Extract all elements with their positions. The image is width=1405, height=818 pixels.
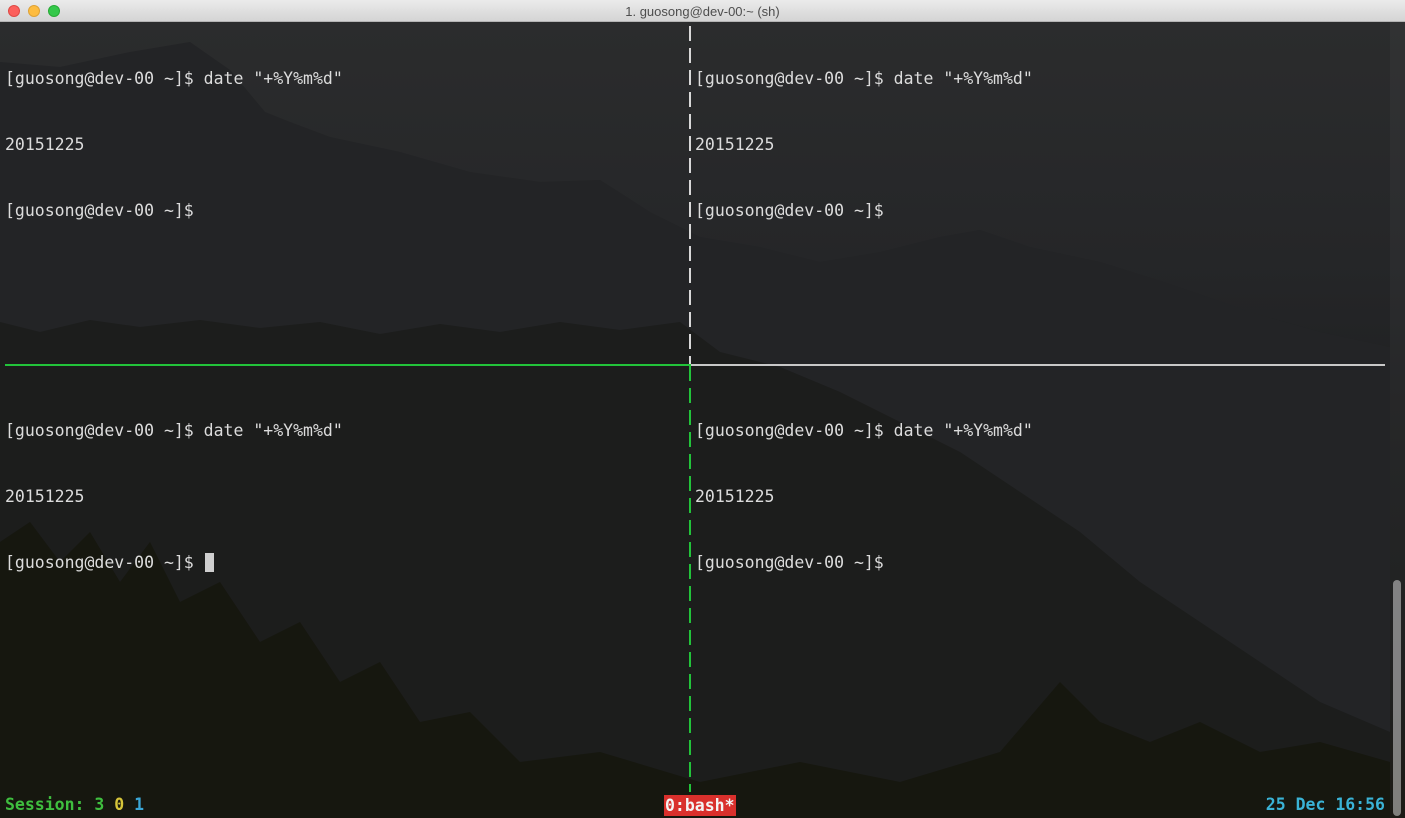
session-indicator: Session: 3 0 1 [5, 794, 144, 816]
tmux-status-bar: Session: 3 0 1 0:bash* 25 Dec 16:56 [0, 794, 1405, 816]
window-title: 1. guosong@dev-00:~ (sh) [625, 4, 780, 19]
terminal-line: 20151225 [695, 487, 775, 506]
window-title-bar[interactable]: 1. guosong@dev-00:~ (sh) [0, 0, 1405, 22]
scrollbar[interactable] [1390, 22, 1405, 818]
terminal-line: [guosong@dev-00 ~]$ [5, 553, 204, 572]
terminal-line: [guosong@dev-00 ~]$ date "+%Y%m%d" [5, 421, 343, 440]
terminal-line: 20151225 [5, 135, 85, 154]
terminal-prompt-line: [guosong@dev-00 ~]$ [5, 552, 343, 574]
session-number: 1 [134, 795, 145, 814]
pane-bottom-right[interactable]: [guosong@dev-00 ~]$ date "+%Y%m%d" 20151… [695, 376, 1033, 618]
session-number: 0 [114, 795, 125, 814]
pane-top-right[interactable]: [guosong@dev-00 ~]$ date "+%Y%m%d" 20151… [695, 24, 1033, 266]
pane-bottom-left[interactable]: [guosong@dev-00 ~]$ date "+%Y%m%d" 20151… [5, 376, 343, 618]
pane-top-left[interactable]: [guosong@dev-00 ~]$ date "+%Y%m%d" 20151… [5, 24, 343, 266]
text-cursor [204, 553, 214, 572]
session-label: Session: [5, 795, 85, 814]
vertical-border-top [689, 26, 691, 364]
terminal-line: [guosong@dev-00 ~]$ [5, 201, 194, 220]
status-datetime: 25 Dec 16:56 [1265, 795, 1385, 814]
terminal-line: [guosong@dev-00 ~]$ date "+%Y%m%d" [695, 69, 1033, 88]
terminal-line: [guosong@dev-00 ~]$ date "+%Y%m%d" [5, 69, 343, 88]
terminal-view[interactable]: [guosong@dev-00 ~]$ date "+%Y%m%d" 20151… [0, 22, 1405, 818]
terminal-line: [guosong@dev-00 ~]$ [695, 201, 884, 220]
terminal-line: 20151225 [695, 135, 775, 154]
horizontal-border-inactive [691, 364, 1385, 366]
session-number: 3 [94, 795, 105, 814]
terminal-line: [guosong@dev-00 ~]$ date "+%Y%m%d" [695, 421, 1033, 440]
tmux-window-tab[interactable]: 0:bash* [664, 795, 736, 816]
vertical-border-bottom [689, 366, 691, 792]
terminal-line: 20151225 [5, 487, 85, 506]
scrollbar-thumb[interactable] [1393, 580, 1401, 816]
terminal-line: [guosong@dev-00 ~]$ [695, 553, 884, 572]
horizontal-border-active [5, 364, 691, 366]
